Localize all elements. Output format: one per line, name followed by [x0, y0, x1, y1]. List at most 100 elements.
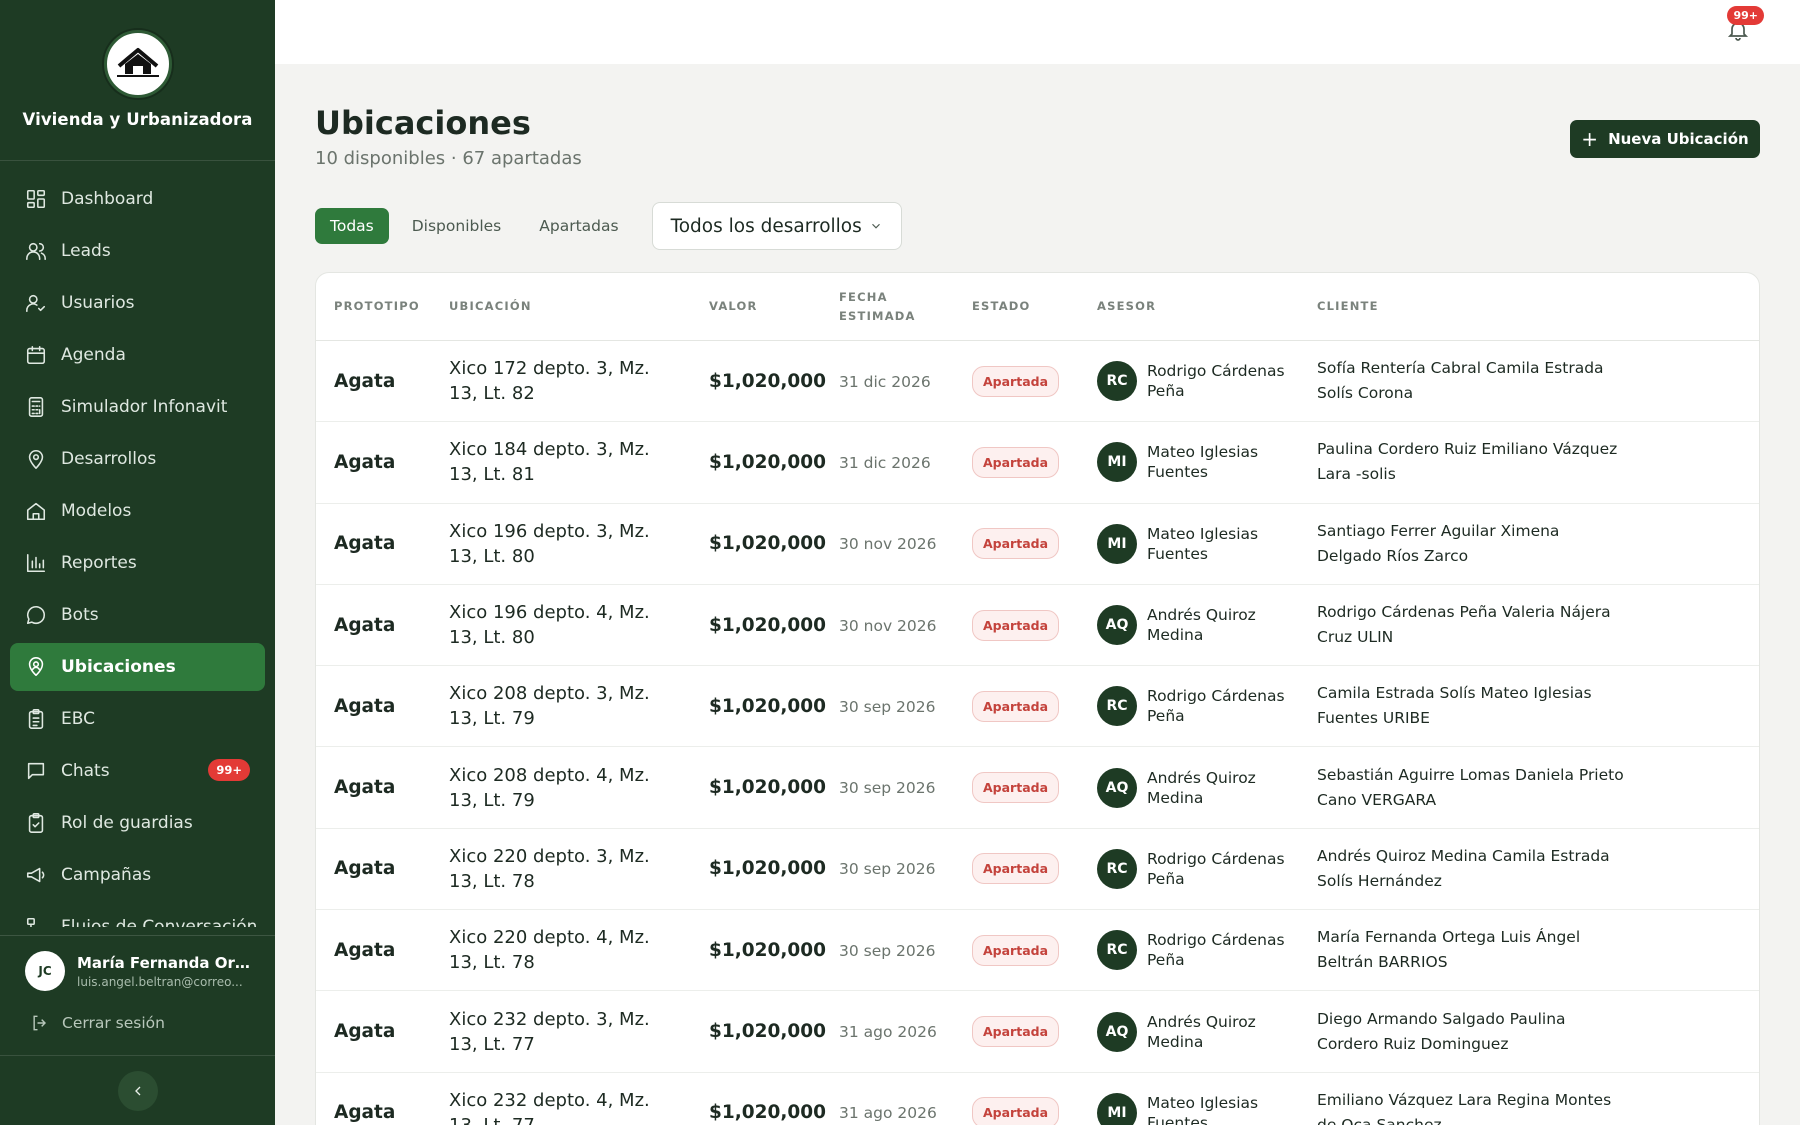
cell-valor: $1,020,000: [691, 1102, 826, 1123]
sidebar-item-simulador-infonavit[interactable]: Simulador Infonavit: [10, 383, 265, 431]
cell-valor: $1,020,000: [691, 858, 826, 879]
sidebar-item-bots[interactable]: Bots: [10, 591, 265, 639]
chats-badge: 99+: [208, 759, 250, 781]
collapse-sidebar-button[interactable]: [117, 1070, 158, 1111]
sidebar-item-dashboard[interactable]: Dashboard: [10, 175, 265, 223]
tab-apartadas[interactable]: Apartadas: [524, 208, 633, 244]
logout-button[interactable]: Cerrar sesión: [0, 991, 275, 1033]
location-user-icon: [25, 656, 47, 678]
sidebar-item-agenda[interactable]: Agenda: [10, 331, 265, 379]
valor-text: $1,020,000: [709, 777, 827, 799]
table-row[interactable]: Agata Xico 172 depto. 3, Mz. 13, Lt. 82 $1…: [316, 341, 1759, 423]
cliente-text: Emiliano Vázquez Lara Regina Montes de O…: [1317, 1090, 1612, 1125]
asesor-avatar: AQ: [1097, 605, 1137, 646]
user-profile[interactable]: JC María Fernanda Orte... luis.angel.bel…: [0, 936, 275, 991]
sidebar-item-rol-de-guardias[interactable]: Rol de guardias: [10, 799, 265, 847]
ubicacion-text: Xico 196 depto. 3, Mz. 13, Lt. 80: [449, 520, 650, 567]
cell-valor: $1,020,000: [691, 777, 826, 798]
chevron-left-icon: [134, 1086, 140, 1095]
sidebar-item-label: Usuarios: [61, 293, 135, 313]
cliente-text: Sofía Rentería Cabral Camila Estrada Sol…: [1317, 359, 1604, 403]
sidebar-item-label: Bots: [61, 605, 99, 625]
asesor-name: Andrés Quiroz Medina: [1147, 1012, 1256, 1051]
prototipo-text: Agata: [334, 777, 396, 799]
fecha-text: 30 sep 2026: [839, 779, 936, 798]
ubicacion-text: Xico 232 depto. 3, Mz. 13, Lt. 77: [449, 1008, 650, 1055]
cell-valor: $1,020,000: [691, 696, 826, 717]
valor-text: $1,020,000: [709, 858, 827, 880]
company-logo[interactable]: [103, 30, 172, 98]
status-badge: Apartada: [972, 528, 1060, 560]
cell-ubicacion: Xico 184 depto. 3, Mz. 13, Lt. 81: [431, 437, 691, 487]
development-select[interactable]: Todos los desarrollos: [651, 202, 902, 250]
table-row[interactable]: Agata Xico 184 depto. 3, Mz. 13, Lt. 81 $1…: [316, 422, 1759, 504]
valor-text: $1,020,000: [709, 451, 827, 473]
table-row[interactable]: Agata Xico 208 depto. 4, Mz. 13, Lt. 79 $1…: [316, 747, 1759, 829]
sidebar-item-ebc[interactable]: EBC: [10, 695, 265, 743]
cell-prototipo: Agata: [316, 615, 431, 636]
column-header-estado[interactable]: Estado: [954, 297, 1079, 316]
cell-asesor: RC Rodrigo Cárdenas Peña: [1079, 848, 1299, 889]
asesor-name: Mateo Iglesias Fuentes: [1147, 524, 1259, 563]
user-name: María Fernanda Orte...: [77, 953, 252, 972]
table-row[interactable]: Agata Xico 208 depto. 3, Mz. 13, Lt. 79 $1…: [316, 666, 1759, 748]
table-row[interactable]: Agata Xico 220 depto. 4, Mz. 13, Lt. 78 $1…: [316, 910, 1759, 992]
sidebar-item-modelos[interactable]: Modelos: [10, 487, 265, 535]
users-icon: [25, 240, 47, 262]
sidebar-nav: Dashboard Leads Usuarios Agenda Simulado…: [10, 175, 265, 927]
notifications-button[interactable]: 99+: [1726, 6, 1764, 45]
table-row[interactable]: Agata Xico 196 depto. 4, Mz. 13, Lt. 80 $1…: [316, 585, 1759, 667]
sidebar-item-reportes[interactable]: Reportes: [10, 539, 265, 587]
table-row[interactable]: Agata Xico 220 depto. 3, Mz. 13, Lt. 78 $1…: [316, 829, 1759, 911]
table-row[interactable]: Agata Xico 196 depto. 3, Mz. 13, Lt. 80 $1…: [316, 504, 1759, 585]
sidebar-item-label: Desarrollos: [61, 449, 157, 469]
cell-estado: Apartada: [954, 446, 1079, 478]
new-location-label: Nueva Ubicación: [1608, 130, 1749, 148]
cell-cliente: María Fernanda Ortega Luis Ángel Beltrán…: [1299, 925, 1759, 975]
column-header-asesor[interactable]: Asesor: [1079, 297, 1299, 316]
house-logo-icon: [116, 48, 159, 77]
cell-ubicacion: Xico 208 depto. 3, Mz. 13, Lt. 79: [431, 681, 691, 731]
table-row[interactable]: Agata Xico 232 depto. 4, Mz. 13, Lt. 77 $1…: [316, 1073, 1759, 1125]
cell-cliente: Diego Armando Salgado Paulina Cordero Ru…: [1299, 1007, 1759, 1057]
cell-estado: Apartada: [954, 690, 1079, 722]
tab-todas[interactable]: Todas: [315, 208, 389, 244]
ubicacion-text: Xico 208 depto. 4, Mz. 13, Lt. 79: [449, 764, 650, 811]
sidebar-item-flujos-de-conversacion[interactable]: Flujos de Conversación: [10, 903, 265, 927]
cell-fecha: 30 nov 2026: [821, 534, 954, 553]
column-header-ubicacion[interactable]: Ubicación: [431, 297, 691, 316]
prototipo-text: Agata: [334, 695, 396, 717]
clipboard-check-icon: [25, 812, 47, 834]
status-badge: Apartada: [972, 365, 1060, 397]
column-header-cliente[interactable]: Cliente: [1299, 297, 1759, 316]
sidebar-item-campanas[interactable]: Campañas: [10, 851, 265, 899]
logout-label: Cerrar sesión: [62, 1014, 165, 1032]
new-location-button[interactable]: + Nueva Ubicación: [1570, 120, 1760, 158]
sidebar-item-usuarios[interactable]: Usuarios: [10, 279, 265, 327]
prototipo-text: Agata: [334, 533, 396, 555]
cell-fecha: 30 sep 2026: [821, 697, 954, 716]
column-header-fecha-estimada[interactable]: Fecha estimada: [821, 288, 954, 326]
sidebar-item-ubicaciones[interactable]: Ubicaciones: [10, 643, 265, 691]
fecha-text: 31 dic 2026: [839, 453, 931, 472]
cell-ubicacion: Xico 196 depto. 4, Mz. 13, Lt. 80: [431, 600, 691, 650]
column-header-prototipo[interactable]: Prototipo: [316, 297, 431, 316]
column-header-valor[interactable]: Valor: [691, 297, 821, 316]
table-row[interactable]: Agata Xico 232 depto. 3, Mz. 13, Lt. 77 $1…: [316, 991, 1759, 1073]
tab-disponibles[interactable]: Disponibles: [397, 208, 517, 244]
asesor-avatar: MI: [1097, 523, 1137, 564]
sidebar-item-desarrollos[interactable]: Desarrollos: [10, 435, 265, 483]
megaphone-icon: [25, 864, 47, 886]
sidebar-item-chats[interactable]: Chats 99+: [10, 747, 265, 795]
calculator-icon: [25, 396, 47, 418]
sidebar-item-label: Dashboard: [61, 189, 154, 209]
cell-asesor: MI Mateo Iglesias Fuentes: [1079, 523, 1299, 564]
sidebar-item-leads[interactable]: Leads: [10, 227, 265, 275]
prototipo-text: Agata: [334, 370, 396, 392]
sidebar-item-label: Ubicaciones: [61, 657, 176, 677]
cell-prototipo: Agata: [316, 777, 431, 798]
status-badge: Apartada: [972, 690, 1060, 722]
cell-asesor: AQ Andrés Quiroz Medina: [1079, 605, 1299, 646]
ubicacion-text: Xico 220 depto. 4, Mz. 13, Lt. 78: [449, 927, 650, 974]
cell-ubicacion: Xico 220 depto. 4, Mz. 13, Lt. 78: [431, 925, 691, 975]
